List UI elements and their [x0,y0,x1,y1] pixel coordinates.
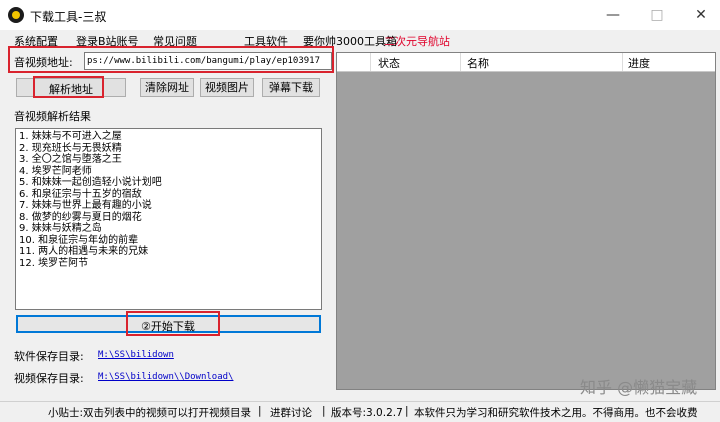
url-input[interactable]: ps://www.bilibili.com/bangumi/play/ep103… [84,52,332,70]
list-item[interactable]: 8. 做梦的纱雾与夏日的烟花 [19,212,321,224]
column-divider [370,53,371,71]
list-item[interactable]: 2. 现充班长与无畏妖精 [19,143,321,155]
clear-url-label: 清除网址 [145,81,189,94]
list-item[interactable]: 5. 和妹妹一起创造轻小说计划吧 [19,177,321,189]
disclaimer-text: 本软件只为学习和研究软件技术之用。不得商用。也不会收费 [414,407,698,419]
download-table[interactable] [336,52,716,390]
results-list: 1. 妹妹与不可进入之屋 2. 现充班长与无畏妖精 3. 全〇之馆与堕落之王 4… [16,129,321,269]
video-picture-label: 视频图片 [205,81,249,94]
list-item[interactable]: 6. 和泉征宗与十五岁的宿敌 [19,189,321,201]
window-title: 下载工具-三叔 [30,10,107,24]
status-tip: 小贴士:双击列表中的视频可以打开视频目录 [48,407,252,419]
list-item[interactable]: 9. 妹妹与妖精之岛 [19,223,321,235]
results-label: 音视频解析结果 [14,110,91,123]
column-divider [622,53,623,71]
list-item[interactable]: 12. 埃罗芒阿节 [19,258,321,270]
join-group-link[interactable]: 进群讨论 [270,405,312,420]
list-item[interactable]: 10. 和泉征宗与年幼的前辈 [19,235,321,247]
software-dir-link[interactable]: M:\SS\bilidown [98,350,174,360]
list-item[interactable]: 7. 妹妹与世界上最有趣的小说 [19,200,321,212]
version-text: 版本号:3.0.2.7 [331,407,403,419]
url-label: 音视频地址: [14,56,73,69]
column-progress[interactable]: 进度 [628,55,650,71]
danmaku-download-label: 弹幕下载 [269,81,313,94]
video-dir-label: 视频保存目录: [14,372,84,385]
column-divider [460,53,461,71]
list-item[interactable]: 11. 两人的相遇与未来的兄妹 [19,246,321,258]
status-separator: | [258,405,262,417]
video-dir-link[interactable]: M:\SS\bilidown\\Download\ [98,372,233,382]
minimize-button[interactable]: — [598,4,628,26]
maximize-button[interactable]: □ [642,4,672,26]
column-name[interactable]: 名称 [467,55,489,71]
close-button[interactable]: ✕ [686,4,716,26]
parse-button-label: 解析地址 [49,83,93,96]
app-icon [8,7,24,23]
list-item[interactable]: 3. 全〇之馆与堕落之王 [19,154,321,166]
results-list-box[interactable]: 1. 妹妹与不可进入之屋 2. 现充班长与无畏妖精 3. 全〇之馆与堕落之王 4… [15,128,322,310]
status-separator: | [322,405,326,417]
menu-acg-nav[interactable]: 二次元导航站 [384,33,450,49]
danmaku-download-button[interactable]: 弹幕下载 [262,78,320,97]
clear-url-button[interactable]: 清除网址 [140,78,194,97]
list-item[interactable]: 4. 埃罗芒阿老师 [19,166,321,178]
status-separator: | [405,405,409,417]
video-picture-button[interactable]: 视频图片 [200,78,254,97]
column-status[interactable]: 状态 [378,55,400,71]
watermark: 知乎 @懒猫宝藏 [580,378,698,397]
software-dir-label: 软件保存目录: [14,350,84,363]
list-item[interactable]: 1. 妹妹与不可进入之屋 [19,131,321,143]
start-download-label: ②开始下载 [141,320,195,333]
